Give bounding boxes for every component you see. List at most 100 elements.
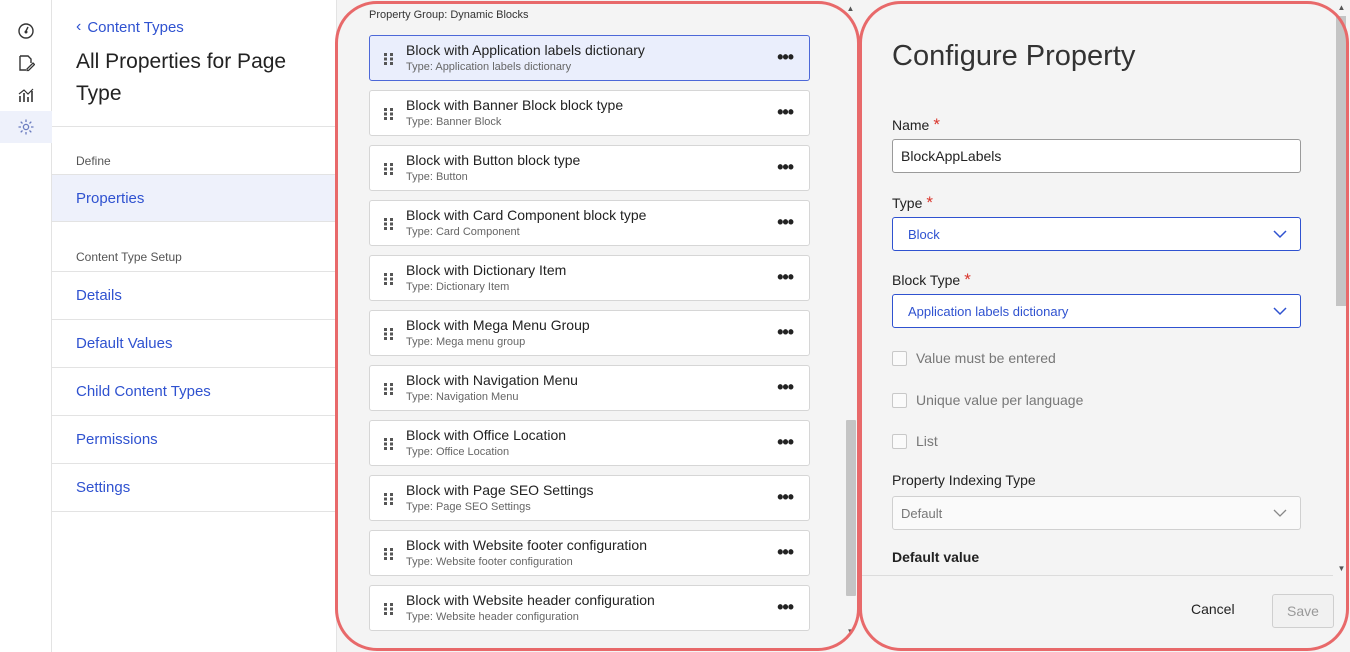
drag-handle-icon[interactable] xyxy=(383,382,395,396)
property-group-label: Property Group: Dynamic Blocks xyxy=(369,9,529,21)
more-options-icon[interactable]: ••• xyxy=(777,543,794,561)
checkbox-label: Unique value per language xyxy=(916,392,1084,408)
chevron-left-icon: ‹ xyxy=(76,18,82,35)
property-type: Type: Card Component xyxy=(406,226,520,238)
property-row[interactable]: Block with Website header configuration T… xyxy=(369,585,810,631)
property-name: Block with Application labels dictionary xyxy=(406,42,645,58)
scroll-down-arrow-icon[interactable]: ▼ xyxy=(1333,561,1350,575)
list-scrollbar[interactable]: ▲ ▼ xyxy=(842,0,859,652)
property-row[interactable]: Block with Dictionary Item Type: Dictiona… xyxy=(369,255,810,301)
scroll-up-arrow-icon[interactable]: ▲ xyxy=(842,0,859,17)
property-type: Type: Navigation Menu xyxy=(406,391,519,403)
scroll-thumb[interactable] xyxy=(846,420,856,596)
name-label-text: Name xyxy=(892,117,930,133)
unique-per-language-checkbox[interactable]: Unique value per language xyxy=(892,392,1083,408)
list-checkbox[interactable]: List xyxy=(892,433,938,449)
config-scrollbar[interactable]: ▲ ▼ xyxy=(1333,0,1350,575)
type-select[interactable]: Block xyxy=(892,217,1301,251)
divider xyxy=(52,126,336,127)
drag-handle-icon[interactable] xyxy=(383,492,395,506)
drag-handle-icon[interactable] xyxy=(383,52,395,66)
property-row[interactable]: Block with Mega Menu Group Type: Mega men… xyxy=(369,310,810,356)
dashboard-icon[interactable] xyxy=(0,15,52,47)
more-options-icon[interactable]: ••• xyxy=(777,598,794,616)
property-list: Property Group: Dynamic Blocks Block wit… xyxy=(337,0,859,652)
nav-item-settings[interactable]: Settings xyxy=(52,464,336,512)
scroll-down-arrow-icon[interactable]: ▼ xyxy=(842,623,859,640)
type-select-value: Block xyxy=(908,226,940,242)
more-options-icon[interactable]: ••• xyxy=(777,158,794,176)
scroll-up-arrow-icon[interactable]: ▲ xyxy=(1333,0,1350,14)
drag-handle-icon[interactable] xyxy=(383,272,395,286)
drag-handle-icon[interactable] xyxy=(383,217,395,231)
checkbox-box[interactable] xyxy=(892,433,907,449)
block-type-label-text: Block Type xyxy=(892,272,961,288)
save-button[interactable]: Save xyxy=(1272,594,1334,628)
nav-item-child-content-types[interactable]: Child Content Types xyxy=(52,368,336,416)
drag-handle-icon[interactable] xyxy=(383,547,395,561)
cancel-button[interactable]: Cancel xyxy=(1191,601,1235,617)
chevron-down-icon xyxy=(1273,509,1287,517)
drag-handle-icon[interactable] xyxy=(383,107,395,121)
property-type: Type: Website header configuration xyxy=(406,611,579,623)
more-options-icon[interactable]: ••• xyxy=(777,433,794,451)
required-asterisk: * xyxy=(964,270,971,289)
property-row[interactable]: Block with Application labels dictionary… xyxy=(369,35,810,81)
property-name: Block with Card Component block type xyxy=(406,207,647,223)
more-options-icon[interactable]: ••• xyxy=(777,323,794,341)
more-options-icon[interactable]: ••• xyxy=(777,488,794,506)
name-input[interactable] xyxy=(892,139,1301,173)
analytics-icon[interactable] xyxy=(0,79,52,111)
drag-handle-icon[interactable] xyxy=(383,327,395,341)
panel-title: Configure Property xyxy=(892,40,1136,72)
more-options-icon[interactable]: ••• xyxy=(777,213,794,231)
drag-handle-icon[interactable] xyxy=(383,602,395,616)
section-label-define: Define xyxy=(76,154,111,168)
settings-icon[interactable] xyxy=(0,111,52,143)
icon-rail xyxy=(0,0,52,652)
checkbox-box[interactable] xyxy=(892,392,907,408)
nav-item-details[interactable]: Details xyxy=(52,272,336,320)
value-required-checkbox[interactable]: Value must be entered xyxy=(892,350,1056,366)
drag-handle-icon[interactable] xyxy=(383,162,395,176)
more-options-icon[interactable]: ••• xyxy=(777,48,794,66)
required-asterisk: * xyxy=(933,115,940,134)
property-type: Type: Website footer configuration xyxy=(406,556,573,568)
property-row[interactable]: Block with Website footer configuration T… xyxy=(369,530,810,576)
content-type-nav: ‹ Content Types All Properties for Page … xyxy=(52,0,337,652)
property-name: Block with Navigation Menu xyxy=(406,372,578,388)
property-type: Type: Office Location xyxy=(406,446,510,458)
required-asterisk: * xyxy=(926,193,933,212)
property-row[interactable]: Block with Navigation Menu Type: Navigati… xyxy=(369,365,810,411)
nav-item-properties[interactable]: Properties xyxy=(52,174,336,222)
drag-handle-icon[interactable] xyxy=(383,437,395,451)
more-options-icon[interactable]: ••• xyxy=(777,378,794,396)
more-options-icon[interactable]: ••• xyxy=(777,103,794,121)
block-type-select[interactable]: Application labels dictionary xyxy=(892,294,1301,328)
property-name: Block with Website footer configuration xyxy=(406,537,647,553)
chevron-down-icon xyxy=(1273,307,1287,316)
property-type: Type: Button xyxy=(406,171,468,183)
property-row[interactable]: Block with Button block type Type: Button… xyxy=(369,145,810,191)
property-type: Type: Page SEO Settings xyxy=(406,501,531,513)
property-name: Block with Website header configuration xyxy=(406,592,655,608)
block-type-label: Block Type * xyxy=(892,270,971,290)
property-type: Type: Application labels dictionary xyxy=(406,61,572,73)
more-options-icon[interactable]: ••• xyxy=(777,268,794,286)
indexing-type-select[interactable]: Default xyxy=(892,496,1301,530)
edit-document-icon[interactable] xyxy=(0,47,52,79)
property-name: Block with Office Location xyxy=(406,427,567,443)
page-title: All Properties for Page Type xyxy=(76,50,287,105)
nav-item-default-values[interactable]: Default Values xyxy=(52,320,336,368)
back-to-content-types-link[interactable]: ‹ Content Types xyxy=(76,18,184,36)
property-row[interactable]: Block with Banner Block block type Type: … xyxy=(369,90,810,136)
property-type: Type: Mega menu group xyxy=(406,336,526,348)
property-row[interactable]: Block with Office Location Type: Office L… xyxy=(369,420,810,466)
checkbox-box[interactable] xyxy=(892,350,907,366)
checkbox-label: List xyxy=(916,433,938,449)
nav-item-permissions[interactable]: Permissions xyxy=(52,416,336,464)
property-row[interactable]: Block with Page SEO Settings Type: Page S… xyxy=(369,475,810,521)
scroll-thumb[interactable] xyxy=(1336,16,1346,306)
property-row[interactable]: Block with Card Component block type Type… xyxy=(369,200,810,246)
type-label: Type * xyxy=(892,193,933,213)
